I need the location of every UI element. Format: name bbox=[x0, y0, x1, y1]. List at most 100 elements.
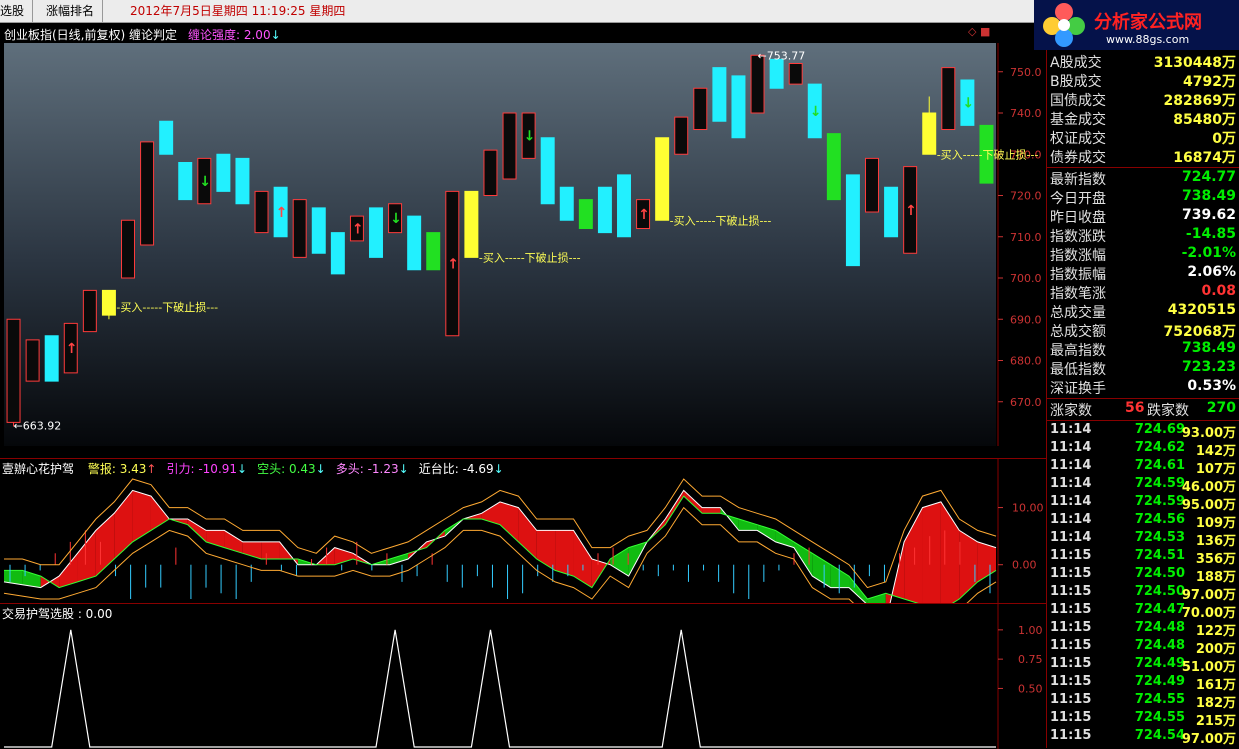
candle-body bbox=[540, 137, 555, 205]
up-arrow-icon: ↑ bbox=[352, 222, 364, 238]
candle-body bbox=[617, 174, 631, 238]
info-label: 今日开盘 bbox=[1050, 191, 1106, 207]
info-row: 今日开盘 738.49 bbox=[1047, 188, 1239, 207]
tick-time: 11:14 bbox=[1050, 494, 1092, 509]
tick-row: 11:15 724.54 97.00万 bbox=[1047, 728, 1239, 747]
bull-fill-segment bbox=[555, 530, 574, 577]
tick-volume: 93.00万 bbox=[1181, 426, 1236, 441]
tick-time: 11:14 bbox=[1050, 530, 1092, 545]
tick-price: 724.51 bbox=[1134, 548, 1185, 563]
candle-body bbox=[597, 186, 612, 234]
tick-volume: 215万 bbox=[1195, 714, 1236, 729]
info-row: A股成交 3130448万 bbox=[1047, 52, 1239, 71]
info-value: 0万 bbox=[1212, 131, 1236, 147]
y-tick-label: 750.0 bbox=[1010, 66, 1042, 79]
candle-body bbox=[464, 190, 479, 258]
tick-row: 11:14 724.59 46.00万 bbox=[1047, 476, 1239, 495]
candle-body bbox=[311, 207, 326, 254]
bear-fill-segment bbox=[830, 564, 850, 588]
tick-time: 11:15 bbox=[1050, 566, 1092, 581]
tick-volume: 356万 bbox=[1195, 552, 1236, 567]
tick-row: 11:14 724.53 136万 bbox=[1047, 530, 1239, 549]
tick-volume: 122万 bbox=[1195, 624, 1236, 639]
tick-volume: 51.00万 bbox=[1181, 660, 1236, 675]
indicator-panel-1[interactable]: 壹辦心花护驾 警报: 3.43↑ 引力: -10.91↓ 空头: 0.43↓ 多头: … bbox=[0, 458, 1046, 604]
candle-body bbox=[159, 120, 174, 155]
tick-time: 11:14 bbox=[1050, 458, 1092, 473]
info-row: 基金成交 85480万 bbox=[1047, 109, 1239, 128]
tick-row: 11:15 724.47 70.00万 bbox=[1047, 602, 1239, 621]
tick-row: 11:15 724.50 188万 bbox=[1047, 566, 1239, 585]
candle-body bbox=[559, 186, 574, 221]
up-count-label: 涨家数 bbox=[1050, 403, 1092, 419]
y-tick-label: 0.00 bbox=[1012, 559, 1037, 572]
tick-price: 724.55 bbox=[1134, 710, 1185, 725]
divider bbox=[1047, 167, 1239, 168]
tick-row: 11:15 724.49 161万 bbox=[1047, 674, 1239, 693]
info-value: -14.85 bbox=[1185, 226, 1236, 242]
y-tick-label: 700.0 bbox=[1010, 272, 1042, 285]
tick-time: 11:15 bbox=[1050, 584, 1092, 599]
info-label: 最新指数 bbox=[1050, 172, 1106, 188]
info-value: 2.06% bbox=[1187, 264, 1236, 280]
tick-volume: 142万 bbox=[1195, 444, 1236, 459]
high-price-marker: ←753.77 bbox=[758, 49, 806, 62]
buy-signal-label: -买入-----下破止损--- bbox=[479, 250, 581, 264]
main-kline-chart[interactable]: 创业板指(日线,前复权) 缠论判定 缠论强度: 2.00↓ ◇ ■ 750.0 7… bbox=[0, 23, 1046, 458]
tick-row: 11:15 724.48 200万 bbox=[1047, 638, 1239, 657]
breadth-row: 涨家数 56 跌家数 270 bbox=[1047, 400, 1239, 419]
candle-body bbox=[25, 339, 40, 382]
date-time-display: 2012年7月5日星期四 11:19:25 星期四 bbox=[130, 4, 346, 18]
tick-price: 724.47 bbox=[1134, 602, 1185, 617]
candle-body bbox=[845, 174, 860, 267]
info-label: 总成交量 bbox=[1050, 305, 1106, 321]
info-value: 282869万 bbox=[1163, 93, 1236, 109]
bull-fill-segment bbox=[922, 501, 941, 604]
info-row: 指数笔涨 0.08 bbox=[1047, 283, 1239, 302]
bear-fill-segment bbox=[738, 519, 758, 531]
bull-fill-segment bbox=[904, 507, 923, 604]
indicator-panel-2[interactable]: 交易护驾选股 : 0.00 1.00 0.75 0.50 bbox=[0, 603, 1046, 749]
up-arrow-icon: ↑ bbox=[447, 257, 459, 273]
info-label: 指数笔涨 bbox=[1050, 286, 1106, 302]
tick-price: 724.55 bbox=[1134, 692, 1185, 707]
tick-volume: 182万 bbox=[1195, 696, 1236, 711]
info-value: 85480万 bbox=[1173, 112, 1236, 128]
info-row: 国债成交 282869万 bbox=[1047, 90, 1239, 109]
logo-url[interactable]: www.88gs.com bbox=[1106, 33, 1189, 46]
candle-body bbox=[101, 289, 116, 316]
info-label: 深证换手 bbox=[1050, 381, 1106, 397]
tick-time: 11:14 bbox=[1050, 476, 1092, 491]
tick-price: 724.69 bbox=[1134, 422, 1185, 437]
tab-gain-ranking[interactable]: 涨幅排名 bbox=[38, 0, 104, 22]
tick-row: 11:15 724.50 97.00万 bbox=[1047, 584, 1239, 603]
y-tick-label: 740.0 bbox=[1010, 107, 1042, 120]
bull-fill-segment bbox=[261, 541, 280, 559]
tab-stock-picker[interactable]: 选股 bbox=[0, 0, 34, 22]
down-arrow-icon: ↓ bbox=[810, 104, 822, 120]
candle-body bbox=[655, 137, 670, 221]
info-row: 最高指数 738.49 bbox=[1047, 340, 1239, 359]
candle-body bbox=[330, 232, 345, 275]
info-row: B股成交 4792万 bbox=[1047, 71, 1239, 90]
info-value: 738.49 bbox=[1181, 188, 1236, 204]
candle-body bbox=[235, 157, 250, 205]
tick-row: 11:14 724.61 107万 bbox=[1047, 458, 1239, 477]
up-arrow-icon: ↑ bbox=[66, 341, 78, 357]
info-label: 债券成交 bbox=[1050, 150, 1106, 166]
tick-volume: 188万 bbox=[1195, 570, 1236, 585]
candle-body bbox=[44, 335, 59, 382]
divider bbox=[1047, 420, 1239, 421]
tick-row: 11:14 724.62 142万 bbox=[1047, 440, 1239, 459]
bull-fill-segment bbox=[500, 501, 519, 542]
info-value: 723.23 bbox=[1181, 359, 1236, 375]
tick-price: 724.48 bbox=[1134, 620, 1185, 635]
tick-price: 724.61 bbox=[1134, 458, 1185, 473]
tick-time: 11:15 bbox=[1050, 548, 1092, 563]
buy-signal-label: -买入-----下破止损--- bbox=[937, 147, 1039, 161]
info-label: 指数涨跌 bbox=[1050, 229, 1106, 245]
info-label: A股成交 bbox=[1050, 55, 1102, 71]
tick-price: 724.54 bbox=[1134, 728, 1185, 743]
bull-fill-segment bbox=[481, 501, 500, 525]
tick-row: 11:14 724.59 95.00万 bbox=[1047, 494, 1239, 513]
